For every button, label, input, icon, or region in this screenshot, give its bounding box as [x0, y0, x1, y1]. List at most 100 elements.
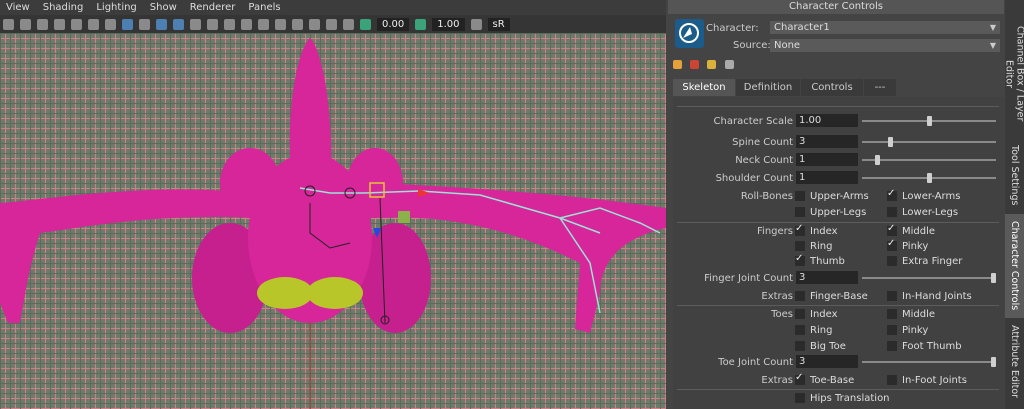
upper-arms-checkbox[interactable] — [795, 191, 805, 201]
xray-icon[interactable] — [309, 18, 320, 30]
in-foot-joints-checkbox[interactable] — [887, 375, 897, 385]
neck-count-slider[interactable] — [862, 159, 996, 161]
source-value: None — [774, 40, 801, 51]
gate-mask-icon[interactable] — [105, 18, 116, 30]
foot-thumb-checkbox[interactable] — [887, 341, 897, 351]
lights-icon[interactable] — [190, 18, 201, 30]
smooth-shade-icon[interactable] — [156, 18, 167, 30]
finger-base-label: Finger-Base — [810, 291, 868, 302]
upper-legs-checkbox[interactable] — [795, 207, 805, 217]
menu-show[interactable]: Show — [144, 2, 184, 13]
panel-tabs: Skeleton Definition Controls --- — [673, 79, 1002, 97]
index-checkbox[interactable] — [795, 223, 805, 236]
create-custom-rig-icon[interactable] — [690, 60, 700, 69]
shoulder-count-slider-thumb[interactable] — [926, 173, 932, 183]
divider — [677, 305, 999, 306]
gamma-icon[interactable] — [415, 18, 427, 30]
motion-blur-icon[interactable] — [241, 18, 252, 30]
big-toe-checkbox[interactable] — [795, 341, 805, 351]
toe-middle-checkbox[interactable] — [887, 309, 897, 319]
viewport[interactable]: View Shading Lighting Show Renderer Pane… — [0, 0, 666, 409]
exposure-field[interactable]: 0.00 — [377, 17, 410, 31]
lower-arms-checkbox[interactable] — [887, 188, 897, 201]
textured-icon[interactable] — [173, 18, 184, 30]
toe-pinky-checkbox[interactable] — [887, 325, 897, 335]
ring-checkbox[interactable] — [795, 241, 805, 251]
bookmark-icon[interactable] — [37, 18, 48, 30]
source-dropdown[interactable]: None ▼ — [770, 39, 1000, 52]
gamma-field[interactable]: 1.00 — [432, 17, 465, 31]
pinky-label: Pinky — [902, 241, 929, 252]
tab-character-controls[interactable]: Character Controls — [1005, 214, 1024, 318]
hik-logo-icon[interactable] — [675, 19, 704, 48]
camera-attributes-icon[interactable] — [20, 18, 31, 30]
finger-joint-count-field[interactable]: 3 — [796, 271, 858, 284]
character-scale-slider-thumb[interactable] — [926, 116, 932, 126]
xray-components-icon[interactable] — [343, 18, 354, 30]
image-plane-icon[interactable] — [54, 18, 65, 30]
tab-channel-box[interactable]: Channel Box / Layer Editor — [1004, 14, 1024, 134]
toe-base-checkbox[interactable] — [795, 372, 805, 385]
spine-count-slider[interactable] — [862, 141, 996, 143]
in-hand-joints-checkbox[interactable] — [887, 291, 897, 301]
view-transform-field[interactable]: sR — [487, 17, 510, 31]
extra-finger-checkbox[interactable] — [887, 256, 897, 266]
wireframe-icon[interactable] — [139, 18, 150, 30]
film-gate-icon[interactable] — [71, 18, 82, 30]
lock-icon[interactable] — [707, 60, 717, 69]
hips-translation-label: Hips Translation — [810, 393, 890, 404]
toe-index-checkbox[interactable] — [795, 309, 805, 319]
isolate-select-icon[interactable] — [292, 18, 303, 30]
tab-skeleton[interactable]: Skeleton — [673, 79, 735, 96]
toe-joint-count-slider[interactable] — [862, 361, 996, 363]
toes-label: Toes — [771, 309, 793, 320]
pinky-checkbox[interactable] — [887, 238, 897, 251]
tab-extra[interactable]: --- — [864, 79, 896, 96]
character-scale-field[interactable]: 1.00 — [796, 114, 858, 127]
menu-lighting[interactable]: Lighting — [90, 2, 143, 13]
tab-controls[interactable]: Controls — [801, 79, 863, 96]
finger-joint-count-slider-thumb[interactable] — [991, 273, 996, 283]
toe-joint-count-field[interactable]: 3 — [796, 355, 858, 368]
lower-legs-label: Lower-Legs — [902, 207, 959, 218]
ambient-occlusion-icon[interactable] — [224, 18, 235, 30]
extra-finger-label: Extra Finger — [902, 256, 963, 267]
shadows-icon[interactable] — [207, 18, 218, 30]
toe-joint-count-slider-thumb[interactable] — [991, 357, 996, 367]
neck-count-slider-thumb[interactable] — [874, 155, 880, 165]
extras-toe-label: Extras — [761, 375, 793, 386]
antialiasing-icon[interactable] — [258, 18, 269, 30]
camera-icon[interactable] — [3, 18, 14, 30]
xray-joints-icon[interactable] — [326, 18, 337, 30]
color-management-icon[interactable] — [470, 18, 482, 30]
create-skeleton-icon[interactable] — [673, 60, 682, 69]
neck-count-field[interactable]: 1 — [796, 153, 858, 166]
depth-of-field-icon[interactable] — [275, 18, 286, 30]
tab-definition[interactable]: Definition — [736, 79, 800, 96]
spine-count-slider-thumb[interactable] — [887, 137, 893, 147]
exposure-icon[interactable] — [360, 18, 371, 30]
menu-view[interactable]: View — [0, 2, 37, 13]
tab-attribute-editor[interactable]: Attribute Editor — [1005, 322, 1024, 402]
lower-legs-checkbox[interactable] — [887, 207, 897, 217]
delete-icon[interactable] — [724, 60, 734, 69]
fingers-label: Fingers — [757, 226, 793, 237]
character-model[interactable] — [0, 33, 666, 409]
shoulder-count-field[interactable]: 1 — [796, 171, 858, 184]
spine-count-field[interactable]: 3 — [796, 135, 858, 148]
finger-joint-count-slider[interactable] — [862, 277, 996, 279]
resolution-gate-icon[interactable] — [88, 18, 99, 30]
character-dropdown[interactable]: Character1 ▼ — [770, 21, 1000, 34]
menu-shading[interactable]: Shading — [37, 2, 91, 13]
finger-base-checkbox[interactable] — [795, 291, 805, 301]
viewport-menubar: View Shading Lighting Show Renderer Pane… — [0, 0, 666, 15]
middle-checkbox[interactable] — [887, 223, 897, 236]
hips-translation-checkbox[interactable] — [795, 393, 805, 403]
tab-tool-settings[interactable]: Tool Settings — [1005, 140, 1024, 210]
toe-ring-checkbox[interactable] — [795, 325, 805, 335]
menu-renderer[interactable]: Renderer — [184, 2, 243, 13]
source-label: Source: — [733, 40, 771, 51]
grid-icon[interactable] — [122, 18, 133, 30]
menu-panels[interactable]: Panels — [242, 2, 287, 13]
thumb-checkbox[interactable] — [795, 253, 805, 266]
